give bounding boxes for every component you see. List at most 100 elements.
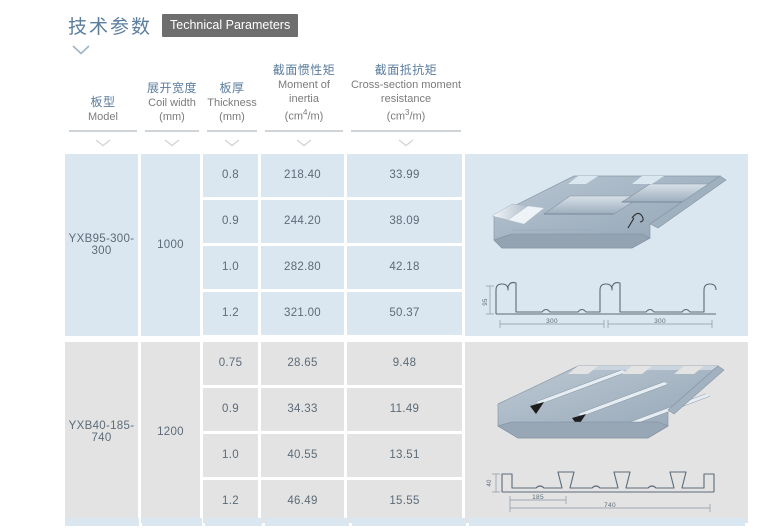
cell-coil-width: 1200 (141, 341, 200, 523)
cell-illustration: 40 185 740 (465, 341, 748, 523)
product-3d-render (465, 160, 748, 272)
product-3d-render (465, 352, 748, 456)
section-span-label: 740 (604, 502, 616, 509)
cell-illustration (469, 517, 745, 526)
cell-thickness-group: 0.75 0.9 1.0 1.2 (203, 341, 261, 526)
column-header-moment-of-inertia-unit: (cm4/m) (284, 108, 324, 123)
cell-section-resistance: 42.18 (347, 245, 462, 289)
cell-thickness: 0.9 (203, 199, 258, 243)
cell-moment-of-inertia: 40.55 (261, 433, 344, 477)
cell-moment-of-inertia: 218.40 (261, 153, 344, 197)
column-header-moment-of-inertia-cn: 截面惯性矩 (272, 63, 336, 77)
chevron-down-icon[interactable] (69, 132, 137, 154)
cell-moment-of-inertia: 28.65 (261, 341, 344, 385)
section-height-label: 40 (487, 479, 493, 487)
table-body: YXB95-300-300 1000 0.8 0.9 1.0 1.2 218.4… (65, 153, 748, 526)
cell-section-resistance: 13.51 (347, 433, 462, 477)
column-filter-moment-of-inertia[interactable] (261, 129, 347, 154)
cell-resistance-group: 33.99 38.09 42.18 50.37 (347, 153, 465, 339)
cell-model (65, 517, 139, 526)
cell-model-group: YXB40-185-740 (65, 341, 141, 526)
cell-resistance-group: 9.48 11.49 13.51 15.55 (347, 341, 465, 526)
next-row-group-partial (65, 517, 748, 526)
table-row-group: YXB95-300-300 1000 0.8 0.9 1.0 1.2 218.4… (65, 153, 748, 339)
cell-section-resistance (351, 517, 467, 526)
cell-moment-of-inertia: 282.80 (261, 245, 344, 289)
cell-model-group: YXB95-300-300 (65, 153, 141, 339)
cell-thickness: 0.8 (203, 153, 258, 197)
cell-moment-of-inertia: 244.20 (261, 199, 344, 243)
cell-section-resistance: 11.49 (347, 387, 462, 431)
column-header-coil-width-en: Coil width (148, 96, 196, 109)
cell-illustration-group: 95 300 300 (465, 153, 748, 339)
chevron-down-icon[interactable] (207, 132, 257, 154)
chevron-down-icon[interactable] (145, 132, 199, 154)
cell-model: YXB95-300-300 (65, 153, 138, 336)
cell-thickness: 1.2 (203, 479, 258, 523)
column-header-model-en: Model (88, 110, 118, 123)
cross-section-drawing: 40 185 740 (465, 458, 748, 514)
cell-moment-of-inertia: 321.00 (261, 291, 344, 335)
cell-illustration-group: 40 185 740 (465, 341, 748, 526)
cell-inertia-group: 28.65 34.33 40.55 46.49 (261, 341, 347, 526)
column-header-coil-width-unit: (mm) (159, 110, 185, 123)
column-filter-thickness[interactable] (203, 129, 261, 154)
cell-section-resistance: 38.09 (347, 199, 462, 243)
column-header-coil-width-cn: 展开宽度 (146, 80, 197, 95)
cell-thickness: 1.2 (203, 291, 258, 335)
chevron-down-icon[interactable] (265, 132, 343, 154)
section-span-label: 300 (654, 318, 666, 325)
column-header-thickness: 板厚 Thickness (mm) (203, 80, 261, 130)
column-header-coil-width: 展开宽度 Coil width (mm) (141, 80, 203, 130)
column-header-thickness-unit: (mm) (219, 110, 245, 123)
column-header-section-resistance-cn: 截面抵抗矩 (374, 63, 438, 77)
column-filter-section-resistance[interactable] (347, 129, 465, 154)
section-span-label: 300 (546, 318, 558, 325)
column-filter-illustration (465, 130, 748, 154)
cell-thickness: 0.9 (203, 387, 258, 431)
cell-section-resistance: 15.55 (347, 479, 462, 523)
column-header-model-cn: 板型 (90, 94, 116, 109)
table-row-group: YXB40-185-740 1200 0.75 0.9 1.0 1.2 28.6… (65, 341, 748, 526)
column-header-thickness-cn: 板厚 (219, 80, 245, 95)
column-filter-coil-width[interactable] (141, 129, 203, 154)
cell-section-resistance: 50.37 (347, 291, 462, 335)
cell-illustration: 95 300 300 (465, 153, 748, 336)
cell-coil-width (142, 517, 203, 526)
section-span-label: 185 (532, 494, 544, 501)
page-title: 技术参数 (68, 17, 153, 38)
cell-section-resistance: 33.99 (347, 153, 462, 197)
cell-inertia-group: 218.40 244.20 282.80 321.00 (261, 153, 347, 339)
table-header-row: 板型 Model 展开宽度 Coil width (mm) 板厚 Thickne… (65, 62, 748, 130)
cell-moment-of-inertia (264, 517, 349, 526)
column-header-section-resistance: 截面抵抗矩 Cross-section moment resistance (c… (347, 62, 465, 130)
cell-section-resistance: 9.48 (347, 341, 462, 385)
chevron-down-icon[interactable] (351, 132, 461, 154)
cell-coil-width-group: 1200 (141, 341, 203, 526)
column-header-section-resistance-unit: (cm3/m) (386, 108, 426, 123)
column-header-moment-of-inertia-en: Moment of inertia (278, 79, 330, 105)
cell-model: YXB40-185-740 (65, 341, 138, 523)
cell-thickness (205, 517, 262, 526)
column-header-thickness-en: Thickness (207, 96, 257, 109)
cell-thickness: 0.75 (203, 341, 258, 385)
column-header-section-resistance-en: Cross-section moment resistance (350, 79, 462, 105)
cell-coil-width-group: 1000 (141, 153, 203, 339)
cross-section-drawing: 95 300 300 (465, 274, 748, 332)
cell-moment-of-inertia: 34.33 (261, 387, 344, 431)
cell-moment-of-inertia: 46.49 (261, 479, 344, 523)
table-header-divider-row (65, 129, 748, 154)
column-header-model: 板型 Model (65, 94, 141, 130)
section-header: 技术参数 Technical Parameters (0, 0, 765, 39)
cell-coil-width: 1000 (141, 153, 200, 336)
column-filter-model[interactable] (65, 129, 141, 154)
section-height-label: 95 (483, 298, 489, 306)
cell-thickness: 1.0 (203, 433, 258, 477)
column-header-moment-of-inertia: 截面惯性矩 Moment of inertia (cm4/m) (261, 62, 347, 130)
cell-thickness-group: 0.8 0.9 1.0 1.2 (203, 153, 261, 339)
section-expand-chevron-down-icon[interactable] (72, 45, 90, 55)
page-title-badge: Technical Parameters (162, 13, 299, 38)
cell-thickness: 1.0 (203, 245, 258, 289)
technical-parameters-page: 技术参数 Technical Parameters 板型 Model 展开宽度 … (0, 0, 765, 531)
parameters-table: 板型 Model 展开宽度 Coil width (mm) 板厚 Thickne… (65, 62, 748, 529)
